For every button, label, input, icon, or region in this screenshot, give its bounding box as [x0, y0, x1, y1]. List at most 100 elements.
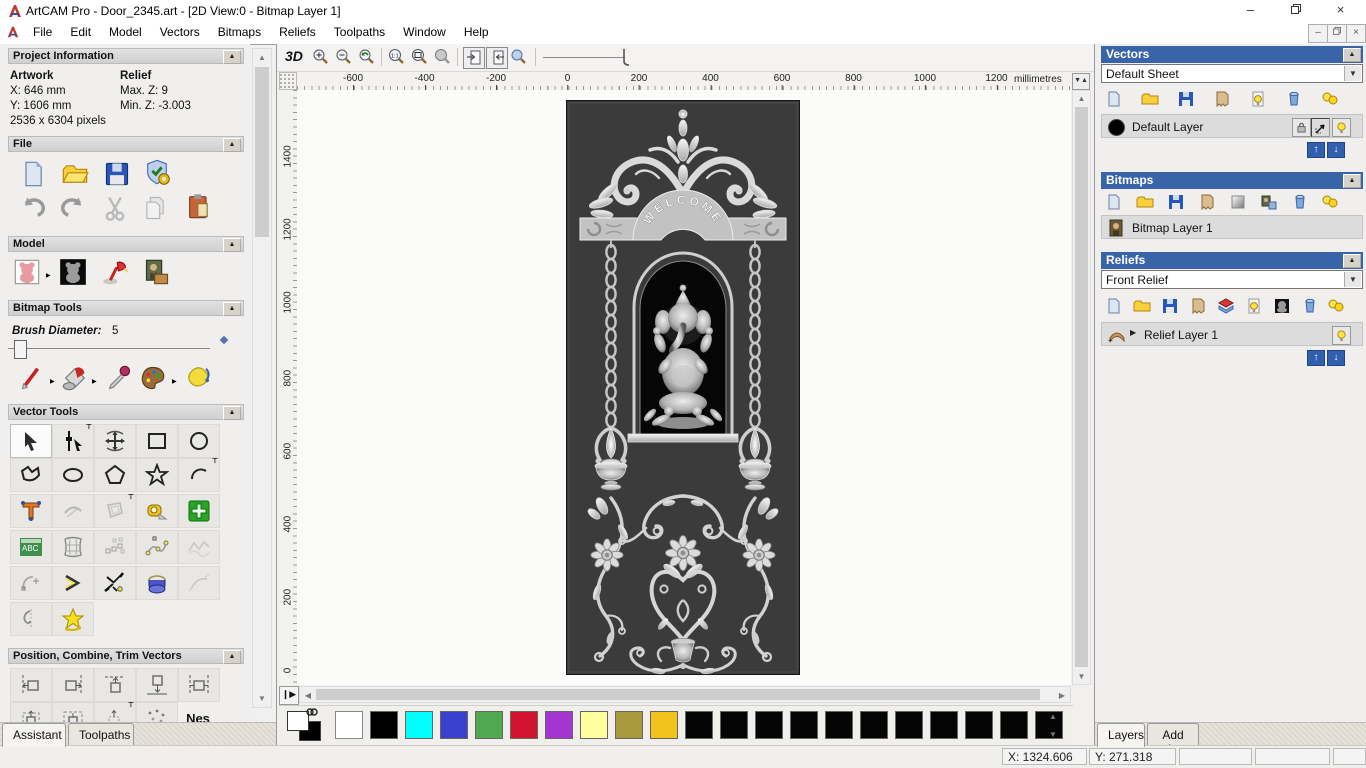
trim-vectors-tool[interactable] — [94, 566, 136, 600]
palette-swatch[interactable] — [860, 711, 888, 739]
palette-swatch[interactable] — [510, 711, 538, 739]
collapse-icon[interactable]: ▲ — [223, 50, 241, 64]
measure-tool[interactable] — [136, 494, 178, 528]
select-vectors-tool[interactable] — [10, 424, 52, 458]
palette-swatch[interactable] — [790, 711, 818, 739]
vector-tools-header[interactable]: Vector Tools ▲ — [8, 404, 244, 420]
create-rectangle-tool[interactable] — [136, 424, 178, 458]
create-arc-tool[interactable]: ⊤ — [178, 458, 220, 492]
flyout-arrow-icon[interactable]: ▶ — [50, 378, 55, 385]
zoom-fit-icon[interactable] — [410, 47, 430, 67]
zoom-previous-icon[interactable] — [357, 47, 377, 67]
reliefs-header[interactable]: Reliefs ▲ — [1101, 252, 1363, 269]
centre-in-page-tool[interactable] — [10, 702, 52, 722]
brush-slider-track[interactable] — [8, 348, 210, 349]
align-centre-tool[interactable] — [178, 668, 220, 702]
fit-arcs-tool[interactable] — [10, 566, 52, 600]
relief-selector[interactable]: Front Relief ▼ — [1101, 270, 1363, 289]
assistant-scrollbar[interactable]: ▲ ▼ — [252, 48, 272, 708]
palette-swatch[interactable] — [475, 711, 503, 739]
envelope-distort-tool[interactable] — [52, 530, 94, 564]
colour-picker-icon[interactable] — [104, 364, 134, 392]
open-model-icon[interactable] — [60, 160, 90, 188]
stack-icon[interactable] — [1215, 296, 1237, 316]
palette-swatch[interactable] — [685, 711, 713, 739]
scroll-down-icon[interactable]: ▼ — [1073, 672, 1090, 681]
flood-fill-icon[interactable] — [60, 364, 90, 392]
palette-icon[interactable] — [138, 364, 168, 392]
create-ellipse-tool[interactable] — [52, 458, 94, 492]
scrollbar-thumb[interactable] — [255, 67, 269, 237]
ruler-origin-icon[interactable] — [279, 72, 297, 90]
lighting-icon[interactable] — [100, 258, 130, 286]
merge-layers-icon[interactable] — [1196, 192, 1218, 212]
mdi-close-button[interactable]: × — [1346, 24, 1366, 43]
snap-icon[interactable] — [1311, 118, 1330, 137]
mdi-minimize-button[interactable]: – — [1308, 24, 1328, 43]
copy-icon[interactable] — [140, 194, 170, 222]
wrap-star-tool[interactable] — [52, 602, 94, 636]
collapse-icon[interactable]: ▲ — [223, 650, 241, 664]
greyscale-film-icon[interactable] — [1271, 296, 1293, 316]
scroll-up-icon[interactable]: ▲ — [1073, 94, 1090, 103]
palette-swatch[interactable] — [335, 711, 363, 739]
new-model-icon[interactable] — [18, 160, 48, 188]
fit-polyline-tool[interactable] — [136, 530, 178, 564]
undo-icon[interactable] — [18, 194, 48, 222]
flyout-arrow-icon[interactable]: ▶ — [172, 378, 177, 385]
align-top-tool[interactable] — [94, 668, 136, 702]
menu-item-vectors[interactable]: Vectors — [151, 22, 209, 42]
text-block-tool[interactable]: ABC — [10, 530, 52, 564]
move-layer-down-icon[interactable]: ↓ — [1327, 142, 1345, 158]
menu-item-file[interactable]: File — [24, 22, 61, 42]
zoom-in-icon[interactable] — [311, 47, 331, 67]
bitmap-layer-row[interactable]: Bitmap Layer 1 — [1101, 215, 1363, 239]
all-visibility-icon[interactable] — [1325, 296, 1347, 316]
position-section-header[interactable]: Position, Combine, Trim Vectors ▲ — [8, 648, 244, 664]
collapse-icon[interactable]: ▲ — [223, 138, 241, 152]
palette-swatch[interactable] — [755, 711, 783, 739]
collapse-icon[interactable]: ▲ — [223, 302, 241, 316]
redo-icon[interactable] — [58, 194, 88, 222]
save-model-icon[interactable] — [102, 160, 132, 188]
menu-item-help[interactable]: Help — [455, 22, 498, 42]
palette-swatch[interactable] — [440, 711, 468, 739]
delete-layer-icon[interactable] — [1289, 192, 1311, 212]
align-right-tool[interactable] — [52, 668, 94, 702]
toggle-bitmap-icon[interactable] — [463, 47, 485, 69]
collapse-icon[interactable]: ▲ — [1343, 48, 1361, 62]
scroll-left-icon[interactable]: ◀ — [302, 691, 314, 700]
zoom-slider-track[interactable] — [543, 57, 625, 58]
palette-swatch[interactable] — [825, 711, 853, 739]
bulb-icon[interactable] — [1332, 118, 1351, 137]
collapse-icon[interactable]: ▲ — [1343, 174, 1361, 188]
paste-icon[interactable] — [184, 192, 214, 220]
preview-icon[interactable] — [509, 47, 529, 67]
block-copy-tool[interactable] — [136, 702, 178, 722]
canvas-vscrollbar[interactable]: ▲ ▼ — [1072, 90, 1091, 685]
join-vectors-tool[interactable] — [52, 566, 94, 600]
palette-swatch[interactable] — [580, 711, 608, 739]
file-section-header[interactable]: File ▲ — [8, 136, 244, 152]
greyscale-model-icon[interactable] — [12, 258, 42, 286]
zoom-object-icon[interactable] — [433, 47, 453, 67]
brush-slider-handle[interactable] — [14, 340, 27, 359]
zoom-1to1-icon[interactable]: 1:1 — [387, 47, 407, 67]
menu-item-bitmaps[interactable]: Bitmaps — [209, 22, 270, 42]
collapse-icon[interactable]: ▲ — [1343, 254, 1361, 268]
model-section-header[interactable]: Model ▲ — [8, 236, 244, 252]
layer-colour-icon[interactable] — [1108, 119, 1125, 136]
centre-in-page-2-tool[interactable] — [52, 702, 94, 722]
restore-button[interactable] — [1273, 0, 1318, 22]
chevron-down-icon[interactable]: ▼ — [1344, 66, 1361, 81]
palette-swatch[interactable] — [720, 711, 748, 739]
invert-model-icon[interactable] — [58, 258, 88, 286]
palette-swatch[interactable] — [615, 711, 643, 739]
save-layer-icon[interactable] — [1165, 192, 1187, 212]
palette-swatch[interactable] — [370, 711, 398, 739]
create-circle-tool[interactable] — [178, 424, 220, 458]
lock-icon[interactable] — [1292, 118, 1311, 137]
expander-icon[interactable]: ▶ — [1130, 328, 1136, 337]
move-layer-up-icon[interactable]: ↑ — [1307, 350, 1325, 366]
create-polygon-tool[interactable] — [94, 458, 136, 492]
